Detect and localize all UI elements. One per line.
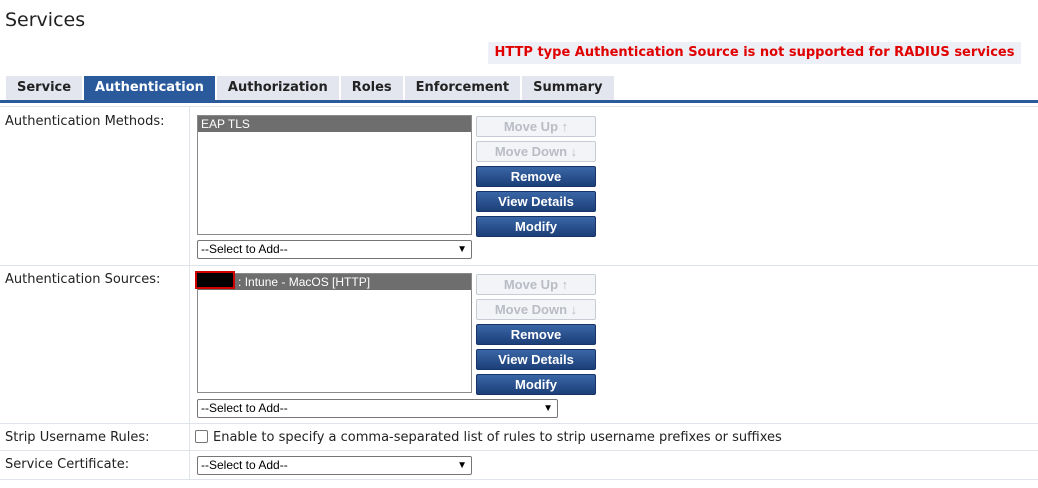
select-value: --Select to Add--	[201, 242, 288, 256]
strip-username-checkbox-label: Enable to specify a comma-separated list…	[213, 430, 782, 445]
tab-summary[interactable]: Summary	[522, 76, 614, 100]
strip-username-label: Strip Username Rules:	[5, 430, 150, 445]
row-divider	[0, 450, 1038, 451]
error-banner: HTTP type Authentication Source is not s…	[488, 42, 1021, 64]
select-value: --Select to Add--	[201, 458, 288, 472]
view-details-button[interactable]: View Details	[476, 191, 596, 212]
select-value: --Select to Add--	[201, 401, 288, 415]
remove-button[interactable]: Remove	[476, 324, 596, 345]
list-item[interactable]: EAP TLS	[198, 116, 471, 132]
auth-methods-listbox[interactable]: EAP TLS	[197, 115, 472, 235]
auth-sources-select[interactable]: --Select to Add-- ▼	[197, 399, 558, 418]
remove-button[interactable]: Remove	[476, 166, 596, 187]
move-down-button[interactable]: Move Down ↓	[476, 141, 596, 162]
page-title: Services	[5, 9, 86, 31]
chevron-down-icon: ▼	[457, 460, 467, 471]
tab-authorization[interactable]: Authorization	[216, 76, 339, 100]
move-up-button[interactable]: Move Up ↑	[476, 116, 596, 137]
strip-username-checkbox[interactable]	[195, 430, 208, 443]
move-up-button[interactable]: Move Up ↑	[476, 274, 596, 295]
tab-underline	[0, 100, 1038, 103]
tab-authentication[interactable]: Authentication	[84, 76, 215, 100]
row-divider	[0, 423, 1038, 424]
service-certificate-label: Service Certificate:	[5, 457, 130, 472]
chevron-down-icon: ▼	[457, 244, 467, 255]
redaction-box	[195, 271, 235, 289]
tab-service[interactable]: Service	[6, 76, 83, 100]
auth-methods-label: Authentication Methods:	[5, 114, 165, 129]
row-divider	[0, 479, 1038, 480]
move-down-button[interactable]: Move Down ↓	[476, 299, 596, 320]
tab-bar: Service Authentication Authorization Rol…	[6, 76, 614, 100]
chevron-down-icon: ▼	[543, 403, 553, 414]
auth-methods-select[interactable]: --Select to Add-- ▼	[197, 240, 472, 259]
tab-roles[interactable]: Roles	[340, 76, 403, 100]
view-details-button[interactable]: View Details	[476, 349, 596, 370]
modify-button[interactable]: Modify	[476, 216, 596, 237]
auth-sources-listbox[interactable]: : Intune - MacOS [HTTP]	[195, 271, 472, 393]
modify-button[interactable]: Modify	[476, 374, 596, 395]
list-item-label: Intune - MacOS [HTTP]	[244, 275, 371, 289]
service-certificate-select[interactable]: --Select to Add-- ▼	[197, 456, 472, 475]
tab-enforcement[interactable]: Enforcement	[404, 76, 521, 100]
list-item-prefix: :	[238, 275, 242, 289]
auth-sources-label: Authentication Sources:	[5, 272, 161, 287]
row-divider	[0, 106, 1038, 107]
row-divider	[0, 265, 1038, 266]
list-item[interactable]: : Intune - MacOS [HTTP]	[195, 271, 471, 290]
